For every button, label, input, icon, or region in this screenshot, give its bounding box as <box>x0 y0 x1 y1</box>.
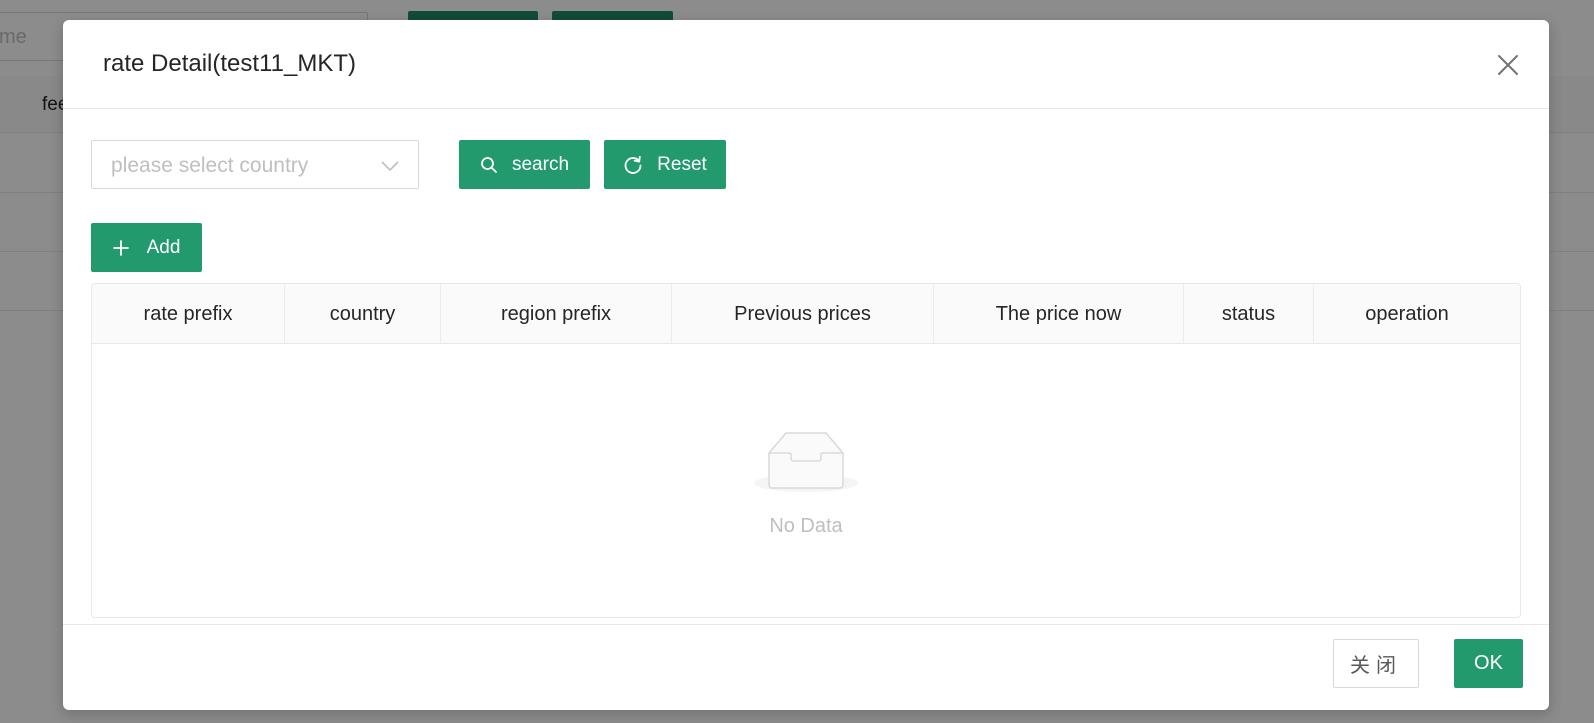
search-button[interactable]: search <box>459 140 590 189</box>
column-header-previous-prices[interactable]: Previous prices <box>672 284 934 344</box>
country-select[interactable]: please select country <box>91 140 419 189</box>
add-button[interactable]: Add <box>91 223 202 272</box>
plus-icon <box>112 239 129 256</box>
chevron-down-icon <box>381 161 399 172</box>
column-header-operation[interactable]: operation <box>1314 284 1500 344</box>
rate-table: rate prefix country region prefix Previo… <box>91 283 1521 618</box>
column-header-status[interactable]: status <box>1184 284 1314 344</box>
modal-title: rate Detail(test11_MKT) <box>103 50 356 77</box>
table-empty-state: No Data <box>92 345 1520 617</box>
close-button[interactable]: 关闭 <box>1333 639 1419 688</box>
ok-button[interactable]: OK <box>1454 639 1523 688</box>
column-header-region-prefix[interactable]: region prefix <box>441 284 672 344</box>
add-button-label: Add <box>146 236 181 258</box>
column-header-country[interactable]: country <box>285 284 441 344</box>
search-button-label: search <box>511 153 570 175</box>
empty-inbox-icon <box>754 432 858 492</box>
reset-button[interactable]: Reset <box>604 140 726 189</box>
column-header-rate-prefix[interactable]: rate prefix <box>92 284 285 344</box>
close-icon <box>1498 55 1518 75</box>
column-header-price-now[interactable]: The price now <box>934 284 1184 344</box>
modal-header: rate Detail(test11_MKT) <box>63 20 1549 109</box>
search-icon <box>481 156 497 173</box>
reload-icon <box>624 155 642 174</box>
table-header: rate prefix country region prefix Previo… <box>92 284 1520 344</box>
empty-text: No Data <box>769 515 843 537</box>
modal-footer: 关闭 OK <box>63 624 1549 710</box>
country-select-placeholder: please select country <box>111 154 309 177</box>
rate-detail-modal: rate Detail(test11_MKT) please select co… <box>63 20 1549 710</box>
reset-button-label: Reset <box>657 153 707 175</box>
modal-close-button[interactable] <box>1491 48 1525 82</box>
